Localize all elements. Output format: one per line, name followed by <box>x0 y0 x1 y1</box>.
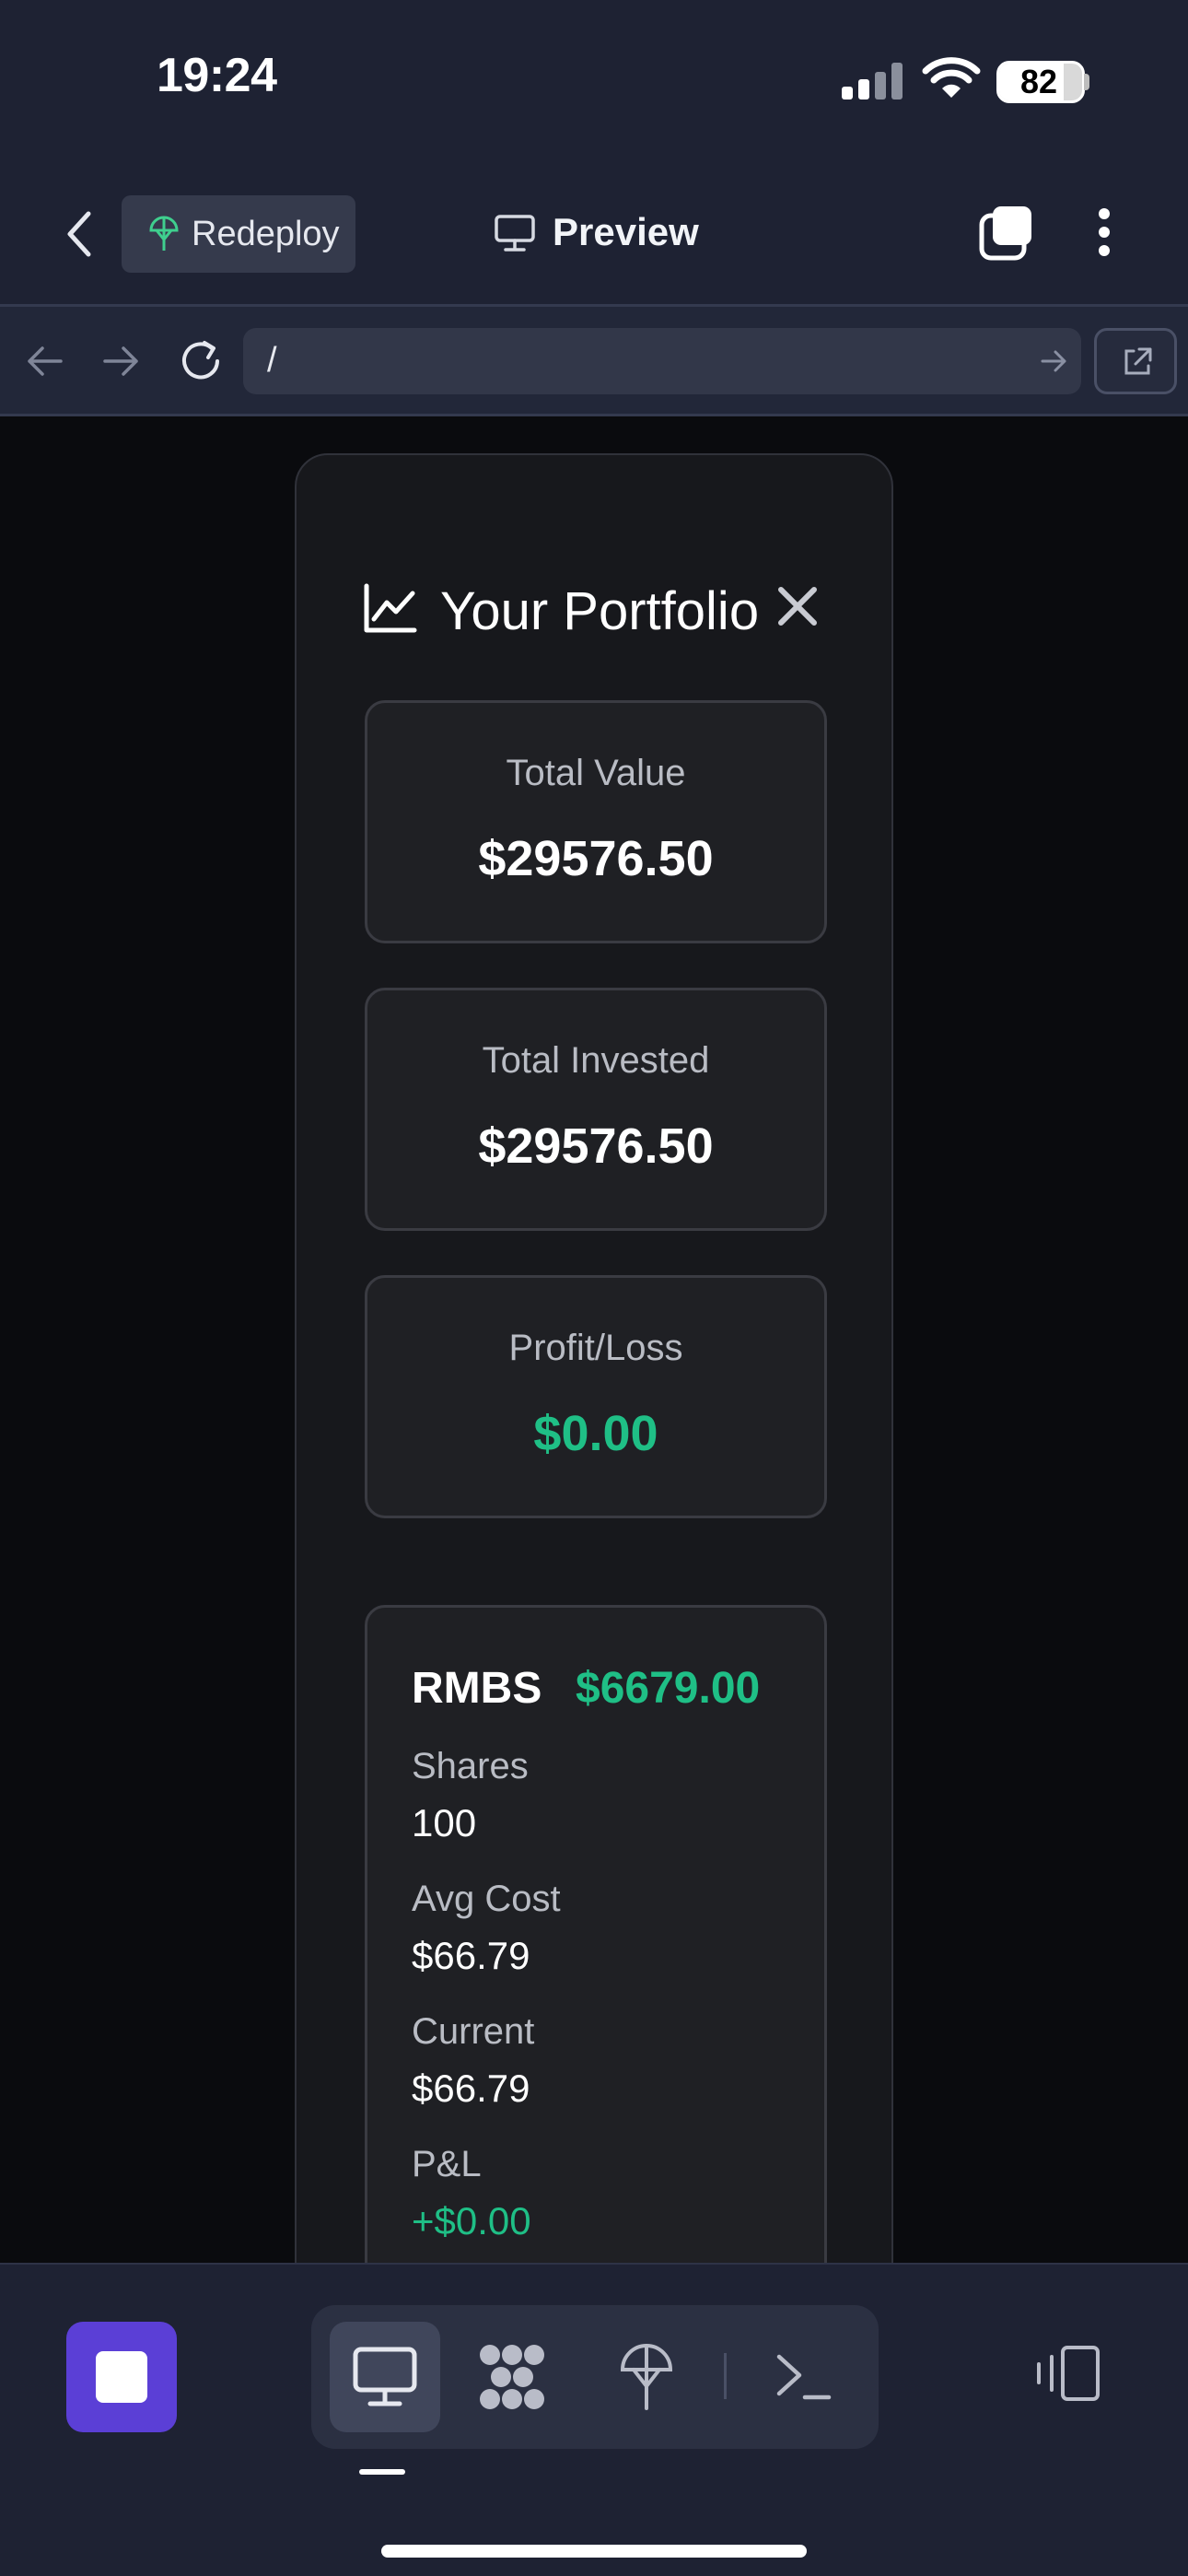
apps-icon[interactable] <box>477 2342 547 2412</box>
stat-label: Profit/Loss <box>508 1328 683 1368</box>
url-input[interactable]: / <box>243 328 1081 394</box>
stat-value: $29576.50 <box>478 1118 714 1174</box>
close-icon[interactable] <box>772 580 823 632</box>
wifi-icon <box>922 57 981 98</box>
url-text: / <box>267 341 277 380</box>
preview-viewport: Your Portfolio Total Value $29576.50 Tot… <box>0 416 1188 2263</box>
pl-value: +$0.00 <box>412 2199 531 2242</box>
holding-symbol: RMBS <box>412 1664 542 1713</box>
tabs-icon[interactable] <box>976 203 1037 263</box>
go-arrow-icon[interactable] <box>1041 348 1068 374</box>
redeploy-button[interactable]: Redeploy <box>122 195 355 273</box>
current-value: $66.79 <box>412 2067 530 2110</box>
stat-value: $0.00 <box>533 1406 658 1461</box>
preview-title: Preview <box>553 210 699 253</box>
home-indicator <box>381 2545 807 2558</box>
battery-icon: 82 <box>996 61 1085 103</box>
open-external-button[interactable] <box>1094 328 1177 394</box>
reload-icon[interactable] <box>177 337 225 385</box>
nav-forward-icon[interactable] <box>101 343 142 380</box>
stat-value: $29576.50 <box>478 831 714 886</box>
external-link-icon <box>1124 347 1152 375</box>
tab-desktop[interactable] <box>330 2322 440 2432</box>
shares-value: 100 <box>412 1801 477 1844</box>
pl-label: P&L <box>412 2144 482 2184</box>
terminal-icon[interactable] <box>774 2349 833 2405</box>
status-time: 19:24 <box>157 49 277 102</box>
more-menu-icon[interactable] <box>1092 205 1116 260</box>
stop-button[interactable] <box>66 2322 177 2432</box>
stat-label: Total Invested <box>482 1040 710 1081</box>
redeploy-label: Redeploy <box>192 214 340 253</box>
desktop-icon <box>353 2347 417 2406</box>
total-invested-card: Total Invested $29576.50 <box>365 988 827 1231</box>
total-value-card: Total Value $29576.50 <box>365 700 827 943</box>
avg-cost-value: $66.79 <box>412 1934 530 1977</box>
deploy-icon <box>149 216 179 251</box>
profit-loss-card: Profit/Loss $0.00 <box>365 1275 827 1518</box>
portfolio-panel: Your Portfolio Total Value $29576.50 Tot… <box>295 453 893 2263</box>
battery-tip <box>1084 74 1089 90</box>
stat-label: Total Value <box>506 753 686 793</box>
current-label: Current <box>412 2011 535 2052</box>
nav-back-icon[interactable] <box>24 343 64 380</box>
view-switcher <box>311 2305 879 2449</box>
active-tab-indicator <box>359 2469 405 2475</box>
shares-label: Shares <box>412 1746 529 1786</box>
line-chart-icon <box>364 583 417 633</box>
holding-card: RMBS $6679.00 Shares 100 Avg Cost $66.79… <box>365 1605 827 2263</box>
bottom-toolbar <box>0 2263 1188 2576</box>
avg-cost-label: Avg Cost <box>412 1879 561 1919</box>
holding-market-value: $6679.00 <box>576 1664 761 1713</box>
battery-level: 82 <box>1019 63 1058 100</box>
portfolio-title: Your Portfolio <box>440 581 760 641</box>
deploy-icon[interactable] <box>617 2342 676 2412</box>
cellular-signal-icon <box>842 63 903 100</box>
stop-icon <box>96 2351 147 2403</box>
back-chevron-icon[interactable] <box>61 206 98 262</box>
device-rotate-icon[interactable] <box>1031 2344 1101 2403</box>
monitor-icon <box>495 215 535 252</box>
toolbar-divider <box>724 2353 727 2399</box>
